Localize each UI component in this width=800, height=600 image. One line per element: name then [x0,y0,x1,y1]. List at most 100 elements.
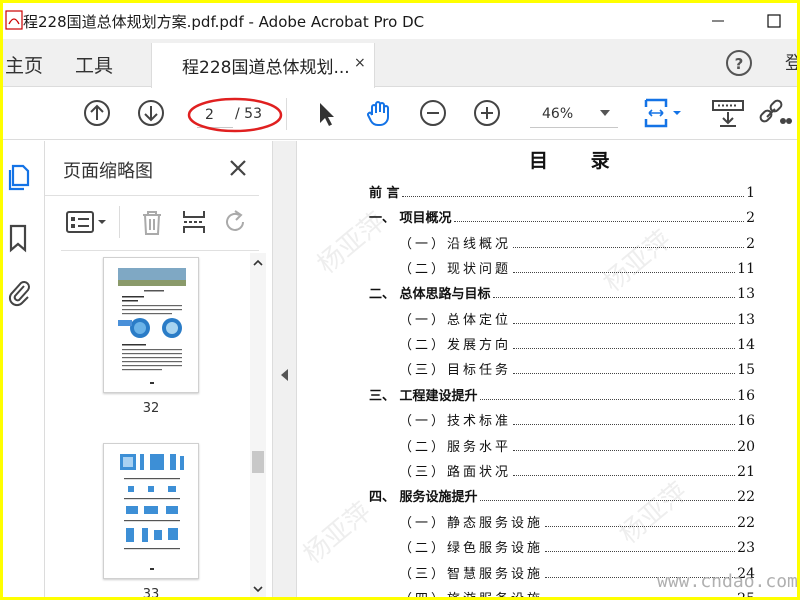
insert-page-icon[interactable] [179,208,209,236]
toc-entry[interactable]: 前 言 1 [369,181,755,201]
toc-entry-page: 22 [737,515,755,531]
title-bar: 程228国道总体规划方案.pdf.pdf - Adobe Acrobat Pro… [3,3,797,39]
toc-entry[interactable]: （二）发展方向 14 [369,333,755,353]
divider [61,250,259,251]
tab-tools[interactable]: 工具 [75,51,113,78]
toc-entry[interactable]: （二）现状问题 11 [369,257,755,277]
toc-leader [513,247,745,248]
toc-entry[interactable]: 一、 项目概况 2 [369,206,755,226]
attachment-icon[interactable] [6,277,32,307]
thumbnail-scrollbar[interactable] [250,253,266,597]
sign-in-link[interactable]: 登 [785,49,797,75]
toc-leader [545,551,736,552]
toc-entry-page: 20 [737,439,755,455]
toc-entry-label: （二）绿色服务设施 [399,541,544,556]
page-preview [118,268,186,384]
rotate-icon[interactable] [221,208,251,236]
thumbnail-page-label: 33 [142,587,160,597]
toc-entry-label: （二）发展方向 [399,338,512,353]
toc-leader [479,500,736,501]
thumbnails-panel: 页面缩略图 32 33 [45,141,273,597]
share-link-icon[interactable] [755,97,795,129]
toc-leader [513,348,736,349]
window-title: 程228国道总体规划方案.pdf.pdf - Adobe Acrobat Pro… [23,13,425,31]
chevron-left-icon[interactable] [281,369,288,381]
site-watermark: www.cndao.com [657,571,797,592]
toc-entry-page: 2 [746,210,755,226]
page-thumbnails-icon[interactable] [6,163,32,193]
minus-circle-icon[interactable] [417,97,449,129]
toc-entry-label: 一、 项目概况 [369,211,452,226]
chevron-down-icon[interactable] [252,583,264,595]
toc-entry[interactable]: 二、 总体思路与目标 13 [369,282,755,302]
document-view[interactable]: 杨亚萍 杨亚萍 杨亚萍 杨亚萍 目 录 前 言 1 一、 项目概况 2 （一）沿… [297,141,797,597]
toc-entry-label: （一）沿线概况 [399,237,512,252]
toc-leader [401,196,745,197]
trash-icon[interactable] [137,208,167,236]
minimize-icon[interactable] [703,9,733,33]
zoom-select[interactable]: 46% [530,102,618,128]
panel-collapse-strip[interactable] [273,141,297,597]
chevron-up-icon[interactable] [252,257,264,269]
navigation-rail [3,141,45,597]
toc-entry-label: （三）路面状况 [399,465,512,480]
toc-leader [453,221,745,222]
tab-home[interactable]: 主页 [5,51,43,78]
toc-entry[interactable]: （一）总体定位 13 [369,308,755,328]
toc-entry-page: 22 [737,489,755,505]
toc-entry-page: 16 [737,413,755,429]
toc-entry-page: 2 [746,236,755,252]
fit-page-icon[interactable] [641,97,685,129]
page-thumbnail-32[interactable] [103,257,199,393]
toc-entry-label: （三）智慧服务设施 [399,567,544,582]
svg-text:?: ? [735,55,744,73]
arrow-down-circle-icon[interactable] [135,97,167,129]
toc-entry-label: 三、 工程建设提升 [369,389,478,404]
thumbnail-page-label: 32 [142,401,160,416]
toc-entry[interactable]: 三、 工程建设提升 16 [369,384,755,404]
hand-icon[interactable] [363,97,395,129]
toc-entry[interactable]: 四、 服务设施提升 22 [369,485,755,505]
maximize-icon[interactable] [759,9,789,33]
toolbar-divider [286,98,287,130]
plus-circle-icon[interactable] [471,97,503,129]
arrow-up-circle-icon[interactable] [81,97,113,129]
watermark: 杨亚萍 [298,496,378,570]
toc-entry-page: 23 [737,540,755,556]
toc-entry[interactable]: （三）目标任务 15 [369,358,755,378]
acrobat-icon [5,10,23,30]
bookmark-icon[interactable] [6,223,32,253]
chevron-down-icon [600,110,610,116]
close-icon[interactable]: × [354,55,366,71]
toc-entry-page: 16 [737,388,755,404]
pointer-icon[interactable] [309,97,341,129]
scrollbar-thumb[interactable] [252,451,264,473]
toc-leader [513,323,736,324]
toc-entry-label: 前 言 [369,186,400,201]
page-thumbnail-33[interactable] [103,443,199,579]
toc-entry-label: （四）旅游服务设施 [369,588,543,597]
help-icon[interactable]: ? [725,49,753,77]
toc-entry-page: 1 [746,185,755,201]
toc-entry-page: 13 [737,312,755,328]
close-icon[interactable] [229,159,247,177]
tab-document-title: 程228国道总体规划... [182,58,350,78]
toc-entry-page: 15 [737,362,755,378]
options-menu-icon[interactable] [65,208,111,236]
toc-entry-label: （一）总体定位 [399,313,512,328]
acrobat-window: 程228国道总体规划方案.pdf.pdf - Adobe Acrobat Pro… [3,3,797,597]
toc-entry-page: 14 [737,337,755,353]
toc-entry[interactable]: （一）技术标准 16 [369,409,755,429]
toc-entry[interactable]: （二）服务水平 20 [369,435,755,455]
tab-document[interactable]: 程228国道总体规划... × [151,43,375,88]
toc-entry[interactable]: （一）静态服务设施 22 [369,511,755,531]
panel-toolbar [45,196,273,248]
toc-entry-page: 21 [737,464,755,480]
toc-entry-label: （二）现状问题 [399,262,512,277]
read-mode-icon[interactable] [709,97,749,129]
toc-entry[interactable]: （三）路面状况 21 [369,460,755,480]
toc-entry-label: （三）目标任务 [399,363,512,378]
toc-entry-page: 11 [737,261,755,277]
toc-entry[interactable]: （一）沿线概况 2 [369,232,755,252]
toc-entry[interactable]: （二）绿色服务设施 23 [369,536,755,556]
